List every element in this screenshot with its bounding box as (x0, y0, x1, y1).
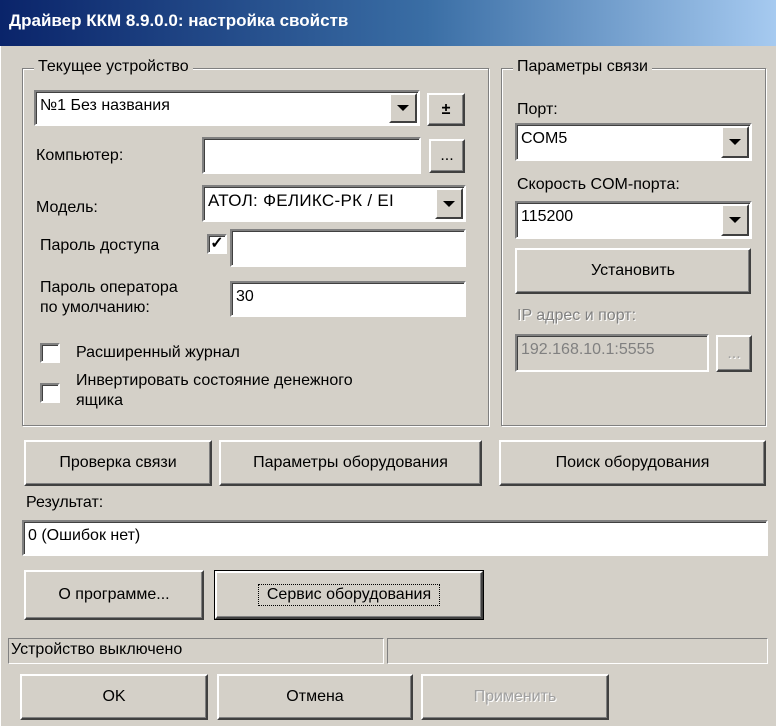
result-label: Результат: (26, 494, 104, 511)
model-select-value: АТОЛ: ФЕЛИКС-РК / EI (208, 191, 395, 210)
status-text: Устройство выключено (8, 638, 384, 664)
status-pane-2 (387, 638, 768, 664)
chevron-down-icon[interactable] (721, 126, 749, 158)
port-label: Порт: (517, 101, 558, 118)
extended-log-checkbox[interactable] (40, 343, 60, 363)
window-title: Драйвер ККМ 8.9.0.0: настройка свойств (9, 11, 349, 30)
invert-drawer-checkbox[interactable] (40, 383, 60, 403)
computer-field[interactable] (202, 137, 421, 174)
computer-browse-button[interactable]: ... (429, 139, 465, 173)
connection-group (501, 68, 766, 426)
plus-minus-button[interactable]: ± (427, 93, 465, 126)
extended-log-label[interactable]: Расширенный журнал (76, 343, 240, 363)
current-device-legend: Текущее устройство (34, 58, 193, 76)
operator-password-field[interactable]: 30 (230, 281, 466, 317)
apply-button[interactable]: Применить (421, 674, 609, 720)
access-password-field[interactable] (230, 229, 466, 267)
ip-label: IP адрес и порт: (517, 307, 637, 324)
result-field: 0 (Ошибок нет) (22, 520, 768, 556)
search-equipment-button[interactable]: Поиск оборудования (499, 440, 766, 486)
equipment-service-label: Сервис оборудования (257, 584, 441, 606)
com-speed-select-value: 115200 (521, 208, 574, 225)
access-password-checkbox[interactable]: ✓ (207, 234, 227, 254)
device-select[interactable]: №1 Без названия (34, 90, 420, 126)
equipment-service-button[interactable]: Сервис оборудования (214, 570, 484, 620)
ip-field[interactable]: 192.168.10.1:5555 (515, 334, 709, 372)
ok-button[interactable]: OK (20, 674, 208, 720)
invert-drawer-label-line2[interactable]: ящика (76, 391, 123, 411)
operator-password-label-line1: Пароль оператора (40, 279, 178, 296)
com-speed-select[interactable]: 115200 (515, 201, 752, 239)
model-select[interactable]: АТОЛ: ФЕЛИКС-РК / EI (202, 185, 466, 222)
about-button[interactable]: О программе... (24, 570, 204, 620)
equipment-params-button[interactable]: Параметры оборудования (219, 440, 482, 486)
port-select[interactable]: COM5 (515, 123, 752, 161)
chevron-down-icon[interactable] (721, 204, 749, 236)
connection-legend: Параметры связи (513, 58, 652, 76)
model-label: Модель: (36, 199, 98, 216)
access-password-label: Пароль доступа (40, 237, 160, 254)
device-select-value: №1 Без названия (40, 97, 170, 114)
port-select-value: COM5 (521, 130, 568, 147)
operator-password-label-line2: по умолчанию: (40, 299, 150, 316)
check-connection-button[interactable]: Проверка связи (24, 440, 212, 486)
chevron-down-icon[interactable] (389, 93, 417, 123)
install-button[interactable]: Установить (515, 248, 751, 294)
chevron-down-icon[interactable] (435, 188, 463, 219)
computer-label: Компьютер: (36, 147, 124, 164)
title-bar[interactable]: Драйвер ККМ 8.9.0.0: настройка свойств (0, 0, 776, 46)
com-speed-label: Скорость COM-порта: (517, 176, 680, 193)
ip-browse-button[interactable]: ... (716, 335, 752, 372)
cancel-button[interactable]: Отмена (217, 674, 413, 720)
invert-drawer-label-line1[interactable]: Инвертировать состояние денежного (76, 371, 353, 391)
